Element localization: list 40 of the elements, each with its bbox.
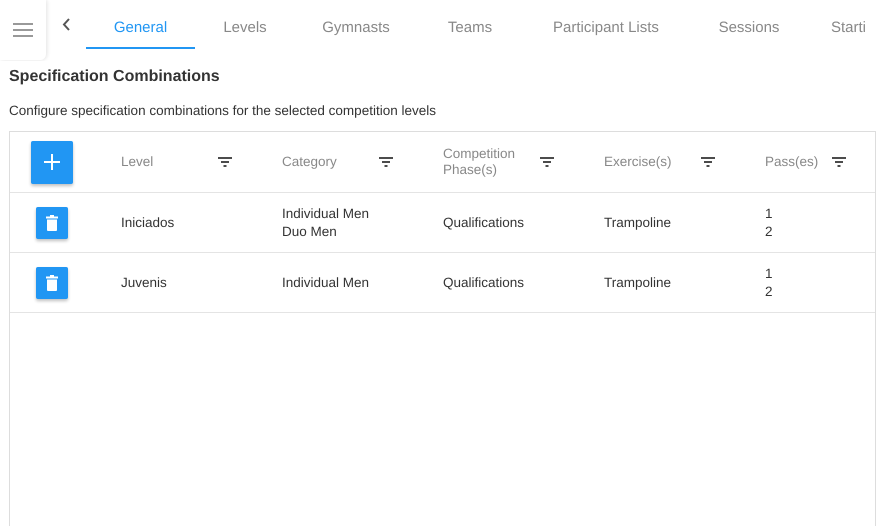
- trash-icon: [46, 214, 58, 230]
- filter-icon[interactable]: [831, 156, 847, 168]
- trash-icon: [46, 274, 58, 290]
- table-cell: 2: [765, 222, 773, 240]
- tab[interactable]: Gymnasts: [295, 0, 417, 49]
- plus-icon: [44, 154, 60, 170]
- description: Configure specification combinations for the selected competition levels: [9, 103, 436, 118]
- tab[interactable]: Starti: [809, 0, 885, 49]
- delete-button[interactable]: [36, 206, 68, 238]
- tab[interactable]: Levels: [195, 0, 295, 49]
- filter-icon[interactable]: [539, 156, 555, 168]
- table-cell: Qualifications: [443, 214, 524, 232]
- table-cell: Qualifications: [443, 274, 524, 292]
- filter-icon[interactable]: [700, 156, 716, 168]
- table-cell: 1: [765, 264, 773, 282]
- delete-button[interactable]: [36, 266, 68, 298]
- table-cell: Duo Men: [282, 222, 337, 240]
- table-cell: 1: [765, 204, 773, 222]
- table-cell: Trampoline: [604, 274, 672, 292]
- table-cell: Iniciados: [121, 214, 174, 232]
- tab[interactable]: Teams: [417, 0, 523, 49]
- column-header: Pass(es): [765, 154, 820, 170]
- column-header: Exercise(s): [604, 154, 673, 170]
- table-cell: Individual Men: [282, 274, 370, 292]
- column-header: Competition Phase(s): [443, 146, 516, 178]
- table-cell: Individual Men: [282, 204, 370, 222]
- table-cell: Trampoline: [604, 214, 672, 232]
- tab[interactable]: Sessions: [689, 0, 809, 49]
- section-title: Specification Combinations: [9, 68, 220, 86]
- chevron-left-icon[interactable]: [62, 18, 70, 31]
- table-cell: Juvenis: [121, 274, 167, 292]
- tab[interactable]: General: [86, 0, 195, 49]
- menu-icon[interactable]: [13, 23, 33, 37]
- column-header: Level: [121, 154, 154, 170]
- column-header: Category: [282, 154, 338, 170]
- filter-icon[interactable]: [217, 156, 233, 168]
- add-button[interactable]: [31, 140, 73, 184]
- table-cell: 2: [765, 282, 773, 300]
- filter-icon[interactable]: [378, 156, 394, 168]
- tab[interactable]: Participant Lists: [523, 0, 689, 49]
